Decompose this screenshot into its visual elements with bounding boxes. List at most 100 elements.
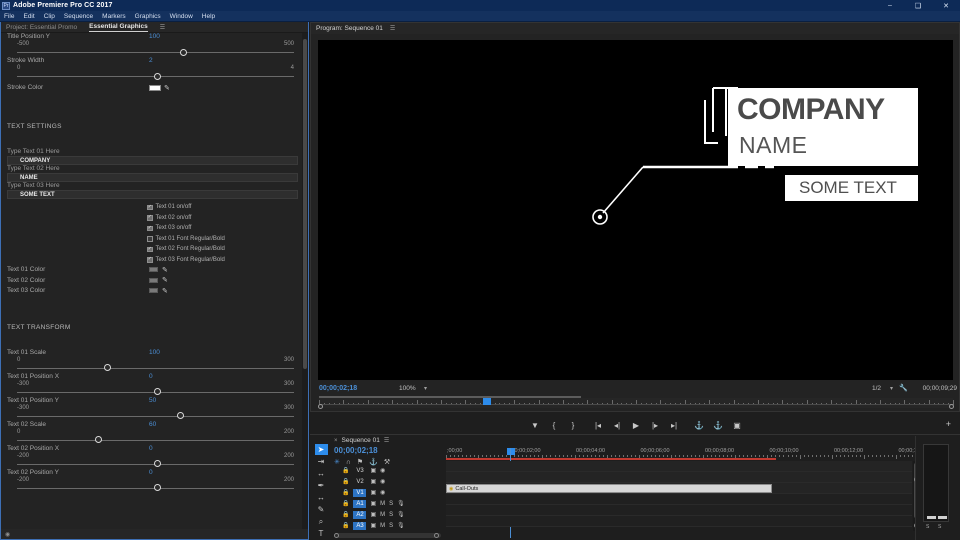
track-icon[interactable]: ▣: [370, 522, 376, 529]
track-name[interactable]: V2: [353, 478, 366, 486]
scrollbar-thumb[interactable]: [303, 39, 307, 369]
track-icon[interactable]: 🎙: [397, 500, 405, 507]
track-header-v3[interactable]: 🔒 V3 ▣ ◉: [334, 465, 444, 476]
control-value[interactable]: 0: [149, 445, 153, 452]
track-header-a1[interactable]: 🔒 A1 ▣ M S 🎙: [334, 498, 444, 509]
timeline-track-row[interactable]: ◉ Call-Outs: [446, 483, 912, 494]
eyedropper-icon[interactable]: ✎: [162, 287, 168, 295]
timeline-ruler[interactable]: ;00;00 00;00;02;00 00;00;04;00 00;00;06;00 0…: [446, 448, 925, 460]
control-value[interactable]: 2: [149, 57, 153, 64]
timeline-timecode[interactable]: 00;00;02;18: [334, 446, 378, 455]
slider-track[interactable]: [17, 439, 294, 441]
checkbox[interactable]: ✓: [147, 246, 153, 252]
zoom-level-value[interactable]: 100%: [399, 385, 416, 392]
hscroll-handle-right[interactable]: [434, 532, 439, 538]
eyedropper-icon[interactable]: ✎: [162, 276, 168, 284]
control-value[interactable]: 50: [149, 397, 156, 404]
type-tool[interactable]: T: [315, 528, 328, 539]
control-value[interactable]: 100: [149, 349, 160, 356]
lock-icon[interactable]: 🔒: [342, 467, 349, 474]
stroke-color-swatch[interactable]: [149, 85, 161, 91]
menu-item-markers[interactable]: Markers: [102, 13, 125, 20]
track-icon[interactable]: M: [380, 501, 385, 507]
control-value[interactable]: 60: [149, 421, 156, 428]
eyedropper-icon[interactable]: ✎: [162, 266, 168, 274]
slip-tool[interactable]: ↔: [315, 492, 328, 503]
track-icon[interactable]: S: [389, 501, 393, 507]
slider-knob[interactable]: [179, 48, 187, 56]
mark-out-button[interactable]: }: [568, 421, 578, 430]
color-swatch[interactable]: [149, 267, 158, 272]
wrench-icon[interactable]: 🔧: [899, 384, 908, 392]
slider[interactable]: -200 200: [7, 453, 298, 469]
selection-tool[interactable]: ➤: [314, 444, 328, 455]
timeline-horizontal-scrollbar[interactable]: [334, 532, 441, 538]
program-playhead[interactable]: [483, 398, 491, 405]
timeline-track-row[interactable]: [446, 505, 912, 516]
go-to-out-button[interactable]: ▸|: [669, 421, 679, 430]
lock-icon[interactable]: 🔒: [342, 478, 349, 485]
menu-item-help[interactable]: Help: [202, 13, 215, 20]
slider[interactable]: -300 300: [7, 381, 298, 397]
close-icon[interactable]: ×: [334, 438, 338, 444]
audio-solo-label-left[interactable]: S: [926, 524, 929, 530]
checkbox[interactable]: [147, 236, 153, 242]
hand-tool[interactable]: ⌕: [315, 516, 328, 527]
track-header-v1[interactable]: 🔒 V1 ▣ ◉: [334, 487, 444, 498]
control-value[interactable]: 0: [149, 469, 153, 476]
checkbox-row-6[interactable]: ✓ Text 03 Font Regular/Bold: [1, 255, 304, 266]
track-icon[interactable]: M: [380, 512, 385, 518]
tab-program-sequence-01[interactable]: Program: Sequence 01: [316, 25, 383, 32]
checkbox[interactable]: ✓: [147, 225, 153, 231]
in-point-marker[interactable]: [318, 404, 323, 409]
track-name[interactable]: A3: [353, 521, 367, 530]
track-icon[interactable]: 🎙: [397, 511, 405, 518]
lock-icon[interactable]: 🔒: [342, 489, 349, 496]
panel-menu-icon[interactable]: ☰: [160, 24, 165, 31]
track-name[interactable]: A1: [353, 499, 367, 508]
checkbox-row-3[interactable]: ✓ Text 03 on/off: [1, 223, 304, 234]
menu-item-sequence[interactable]: Sequence: [64, 13, 93, 20]
checkbox-row-1[interactable]: ✓ Text 01 on/off: [1, 202, 304, 213]
essential-graphics-scrollbar[interactable]: [302, 33, 308, 529]
tab-sequence-01[interactable]: Sequence 01: [342, 437, 380, 444]
keyframe-icon[interactable]: ◉: [5, 531, 10, 538]
slider[interactable]: 0 300: [7, 357, 298, 373]
track-header-a2[interactable]: 🔒 A2 ▣ M S 🎙: [334, 509, 444, 520]
mark-in-button[interactable]: {: [549, 421, 559, 430]
program-monitor-canvas[interactable]: COMPANY NAME SOME TEXT: [318, 40, 953, 380]
track-select-tool[interactable]: ⇥: [315, 456, 328, 467]
track-icon[interactable]: M: [380, 523, 385, 529]
track-name[interactable]: V3: [353, 467, 366, 475]
slider-knob[interactable]: [176, 412, 184, 419]
control-value[interactable]: 0: [149, 373, 153, 380]
menu-item-window[interactable]: Window: [170, 13, 193, 20]
color-swatch[interactable]: [149, 277, 158, 283]
menu-item-graphics[interactable]: Graphics: [135, 13, 161, 20]
slider-track[interactable]: [17, 367, 294, 369]
play-stop-button[interactable]: ▶: [631, 421, 641, 430]
audio-solo-label-right[interactable]: S: [938, 524, 941, 530]
close-button[interactable]: ✕: [932, 0, 960, 11]
slider-track[interactable]: [17, 415, 294, 417]
track-icon[interactable]: ▣: [370, 478, 376, 485]
color-swatch[interactable]: [149, 288, 158, 293]
lift-button[interactable]: ⚓: [694, 421, 704, 430]
razor-tool[interactable]: ✒: [315, 480, 328, 491]
timeline-track-row[interactable]: [446, 494, 912, 505]
track-icon[interactable]: ▣: [370, 489, 376, 496]
maximize-button[interactable]: ❑: [904, 0, 932, 11]
menu-item-file[interactable]: File: [4, 13, 14, 20]
program-monitor-ruler[interactable]: [318, 396, 954, 409]
control-value[interactable]: 100: [149, 33, 160, 40]
panel-menu-icon[interactable]: ☰: [390, 25, 395, 32]
menu-item-edit[interactable]: Edit: [23, 13, 34, 20]
lock-icon[interactable]: 🔒: [342, 500, 349, 507]
tab-project-essential-promo[interactable]: Project: Essential Promo: [6, 24, 77, 31]
timeline-clip[interactable]: ◉ Call-Outs: [446, 484, 773, 493]
slider[interactable]: -500 500: [7, 41, 298, 57]
track-icon[interactable]: S: [389, 523, 393, 529]
tab-essential-graphics[interactable]: Essential Graphics: [89, 23, 148, 32]
add-marker-button[interactable]: ▼: [530, 421, 540, 430]
timeline-track-row[interactable]: [446, 461, 912, 472]
